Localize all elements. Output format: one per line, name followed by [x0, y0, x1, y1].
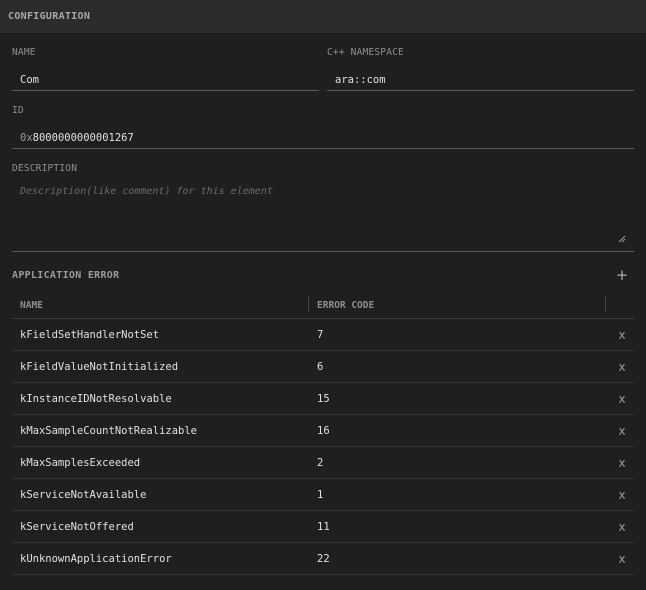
delete-row-icon[interactable]: x [615, 391, 629, 407]
id-label: ID [12, 105, 24, 116]
table-row[interactable]: kMaxSamplesExceeded 2 x [12, 447, 634, 479]
table-row[interactable]: kFieldSetHandlerNotSet 7 x [12, 319, 634, 351]
namespace-value: ara::com [335, 74, 386, 86]
id-prefix: 0x [20, 132, 33, 144]
delete-row-icon[interactable]: x [615, 359, 629, 375]
application-error-title: APPLICATION ERROR [12, 270, 120, 281]
description-textarea[interactable]: Description(like comment) for this eleme… [12, 178, 634, 252]
column-header-error-code[interactable]: ERROR CODE [317, 300, 374, 311]
column-header-name[interactable]: NAME [20, 300, 43, 311]
panel-title: CONFIGURATION [8, 11, 91, 22]
error-code-cell: 6 [317, 361, 324, 373]
delete-row-icon[interactable]: x [615, 423, 629, 439]
description-placeholder: Description(like comment) for this eleme… [20, 186, 273, 197]
error-name-cell: kMaxSampleCountNotRealizable [20, 425, 198, 437]
name-input[interactable]: Com [12, 69, 319, 91]
name-value: Com [20, 74, 39, 86]
error-code-cell: 16 [317, 425, 330, 437]
table-row[interactable]: kServiceNotOffered 11 x [12, 511, 634, 543]
id-value: 8000000000001267 [32, 132, 134, 144]
panel-header: CONFIGURATION [0, 0, 646, 34]
error-code-cell: 7 [317, 329, 324, 341]
error-name-cell: kUnknownApplicationError [20, 553, 172, 565]
table-row[interactable]: kFieldValueNotInitialized 6 x [12, 351, 634, 383]
delete-row-icon[interactable]: x [615, 327, 629, 343]
table-header: NAME ERROR CODE [12, 292, 634, 319]
resize-handle-icon[interactable] [618, 235, 626, 243]
table-row[interactable]: kUnknownApplicationError 22 x [12, 543, 634, 575]
error-code-cell: 22 [317, 553, 330, 565]
delete-row-icon[interactable]: x [615, 551, 629, 567]
error-code-cell: 2 [317, 457, 324, 469]
application-error-table: NAME ERROR CODE kFieldSetHandlerNotSet 7 x… [12, 292, 634, 575]
error-code-cell: 15 [317, 393, 330, 405]
table-row[interactable]: kMaxSampleCountNotRealizable 16 x [12, 415, 634, 447]
error-name-cell: kServiceNotOffered [20, 521, 134, 533]
error-name-cell: kFieldValueNotInitialized [20, 361, 179, 373]
id-input[interactable]: 0x8000000000001267 [12, 127, 634, 149]
column-resize-handle[interactable] [308, 296, 309, 312]
namespace-input[interactable]: ara::com [327, 69, 634, 91]
column-resize-handle[interactable] [605, 296, 606, 312]
error-name-cell: kServiceNotAvailable [20, 489, 147, 501]
table-row[interactable]: kServiceNotAvailable 1 x [12, 479, 634, 511]
namespace-label: C++ NAMESPACE [327, 47, 404, 58]
error-name-cell: kInstanceIDNotResolvable [20, 393, 172, 405]
error-name-cell: kMaxSamplesExceeded [20, 457, 141, 469]
delete-row-icon[interactable]: x [615, 519, 629, 535]
error-code-cell: 11 [317, 521, 330, 533]
add-error-icon[interactable]: + [614, 266, 630, 284]
table-row[interactable]: kInstanceIDNotResolvable 15 x [12, 383, 634, 415]
name-label: NAME [12, 47, 36, 58]
error-name-cell: kFieldSetHandlerNotSet [20, 329, 160, 341]
delete-row-icon[interactable]: x [615, 487, 629, 503]
error-code-cell: 1 [317, 489, 324, 501]
description-label: DESCRIPTION [12, 163, 78, 174]
delete-row-icon[interactable]: x [615, 455, 629, 471]
